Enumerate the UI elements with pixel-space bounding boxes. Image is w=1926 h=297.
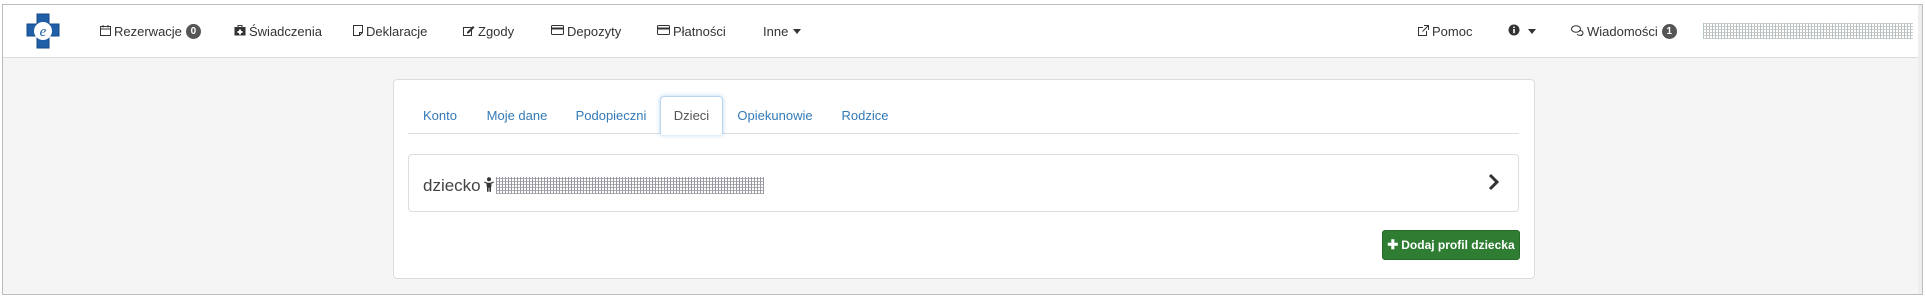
calendar-icon bbox=[100, 24, 111, 39]
add-child-profile-button[interactable]: ✚ Dodaj profil dziecka bbox=[1382, 230, 1520, 260]
child-name-redacted bbox=[496, 177, 764, 194]
tab-moje-dane[interactable]: Moje dane bbox=[472, 96, 562, 134]
nav-deklaracje[interactable]: Deklaracje bbox=[353, 5, 427, 58]
nav-swiadczenia-label: Świadczenia bbox=[249, 24, 322, 39]
nav-deklaracje-label: Deklaracje bbox=[366, 24, 428, 39]
nav-zgody-label: Zgody bbox=[478, 24, 515, 39]
nav-info-dropdown[interactable] bbox=[1508, 5, 1536, 58]
nav-pomoc[interactable]: Pomoc bbox=[1418, 5, 1472, 58]
nav-wiadomosci[interactable]: Wiadomości 1 bbox=[1571, 5, 1677, 58]
plus-icon: ✚ bbox=[1387, 237, 1399, 252]
nav-rezerwacje[interactable]: Rezerwacje 0 bbox=[100, 5, 201, 58]
info-circle-icon bbox=[1508, 24, 1520, 39]
tab-label: Rodzice bbox=[841, 107, 889, 123]
account-tabs: Konto Moje dane Podopieczni Dzieci Opiek… bbox=[408, 96, 1519, 135]
tab-podopieczni[interactable]: Podopieczni bbox=[562, 96, 660, 134]
tab-label: Dzieci bbox=[673, 108, 710, 123]
caret-down-icon bbox=[793, 29, 802, 34]
app-window: e Rezerwacje 0 Świadczenia Deklaracje Zg… bbox=[2, 4, 1923, 295]
caret-down-icon bbox=[1528, 29, 1536, 34]
nav-inne-label: Inne bbox=[763, 24, 789, 39]
child-profile-row[interactable]: dziecko bbox=[408, 154, 1519, 212]
nav-depozyty-label: Depozyty bbox=[567, 24, 622, 39]
user-menu-redacted[interactable] bbox=[1703, 23, 1913, 39]
credit-card-icon bbox=[657, 25, 670, 38]
tab-dzieci[interactable]: Dzieci bbox=[660, 96, 723, 135]
tab-label: Moje dane bbox=[486, 107, 548, 123]
chevron-right-icon bbox=[1488, 173, 1500, 191]
tab-rodzice[interactable]: Rodzice bbox=[827, 96, 903, 134]
nav-rezerwacje-label: Rezerwacje bbox=[114, 24, 182, 39]
comments-icon bbox=[1571, 24, 1584, 39]
credit-card-icon bbox=[551, 25, 564, 38]
nav-inne-dropdown[interactable]: Inne bbox=[763, 5, 802, 58]
note-icon bbox=[353, 24, 363, 39]
edit-icon bbox=[463, 25, 475, 39]
nav-pomoc-label: Pomoc bbox=[1432, 24, 1473, 39]
tab-label: Konto bbox=[423, 107, 457, 123]
nav-swiadczenia[interactable]: Świadczenia bbox=[234, 5, 322, 58]
nav-platnosci-label: Płatności bbox=[673, 24, 726, 39]
add-child-profile-label: Dodaj profil dziecka bbox=[1401, 238, 1515, 252]
tab-label: Podopieczni bbox=[575, 107, 647, 123]
child-icon bbox=[484, 177, 494, 192]
medkit-icon bbox=[234, 24, 246, 39]
nav-platnosci[interactable]: Płatności bbox=[657, 5, 726, 58]
tab-konto[interactable]: Konto bbox=[408, 96, 472, 134]
app-logo[interactable]: e bbox=[23, 12, 63, 52]
reservations-count-badge: 0 bbox=[185, 24, 201, 39]
messages-count-badge: 1 bbox=[1661, 24, 1677, 39]
top-navbar: e Rezerwacje 0 Świadczenia Deklaracje Zg… bbox=[3, 5, 1922, 58]
external-link-icon bbox=[1418, 24, 1429, 39]
scrollbar[interactable] bbox=[1918, 5, 1922, 294]
account-panel: Konto Moje dane Podopieczni Dzieci Opiek… bbox=[393, 79, 1535, 279]
child-label: dziecko bbox=[423, 176, 481, 195]
tab-label: Opiekunowie bbox=[737, 107, 813, 123]
nav-depozyty[interactable]: Depozyty bbox=[551, 5, 621, 58]
nav-wiadomosci-label: Wiadomości bbox=[1587, 24, 1658, 39]
svg-text:e: e bbox=[40, 24, 47, 40]
tab-opiekunowie[interactable]: Opiekunowie bbox=[723, 96, 827, 134]
nav-zgody[interactable]: Zgody bbox=[463, 5, 514, 58]
